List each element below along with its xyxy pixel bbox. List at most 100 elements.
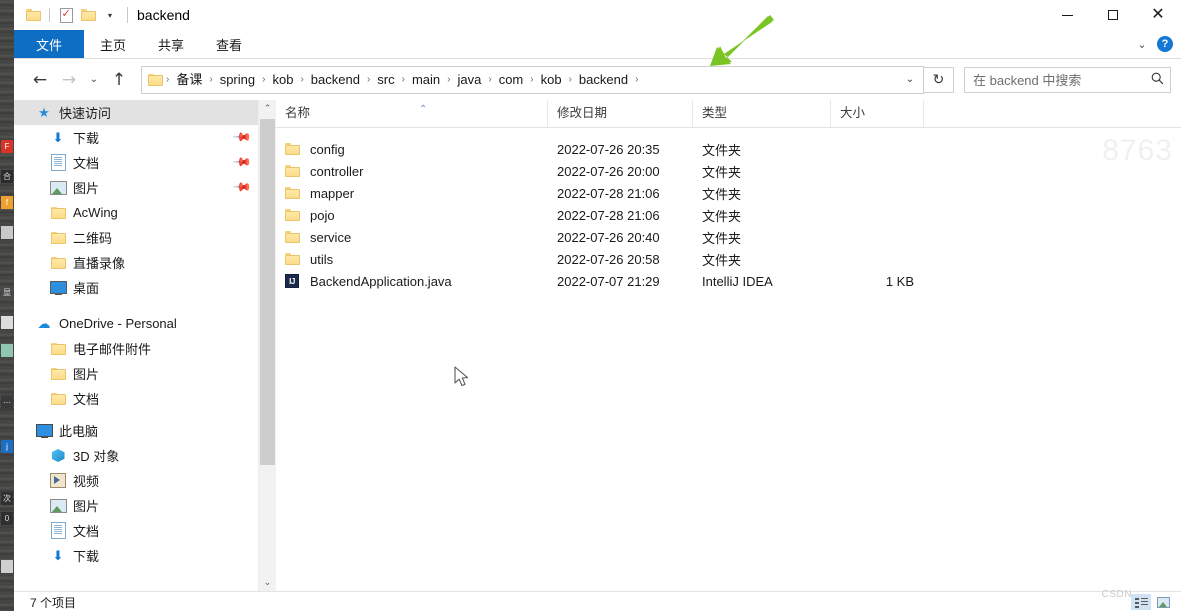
minimize-button[interactable] (1045, 0, 1090, 30)
sidebar-item-onedrive-pictures[interactable]: 图片 (14, 361, 258, 386)
row-date-cell: 2022-07-28 21:06 (557, 207, 660, 223)
sidebar-item-onedrive-documents[interactable]: 文档 (14, 386, 258, 411)
breadcrumb-item-5[interactable]: main (406, 68, 446, 92)
row-name-cell[interactable]: controller (276, 164, 548, 179)
breadcrumb-bar[interactable]: › 备课 › spring › kob › backend › src › ma… (141, 65, 924, 94)
back-button[interactable]: ← (26, 66, 54, 94)
scroll-down-button[interactable]: ⌄ (259, 574, 276, 591)
tab-share[interactable]: 共享 (142, 30, 200, 58)
ribbon-collapse-button[interactable]: ⌄ (1131, 38, 1153, 51)
breadcrumb-item-4[interactable]: src (371, 68, 400, 92)
file-name: controller (310, 163, 364, 179)
sidebar-item-pc-documents[interactable]: 文档 (14, 518, 258, 543)
address-history-dropdown[interactable]: ⌄ (897, 67, 923, 93)
sidebar-item-downloads[interactable]: ⬇ 下载 📌 (14, 125, 258, 150)
desktop-background-sliver: F 合 f 显 ⋯ j 次 0 (0, 0, 14, 611)
table-row[interactable]: pojo 2022-07-28 21:06 文件夹 (276, 204, 1181, 226)
scrollbar-thumb[interactable] (260, 119, 275, 465)
scroll-up-button[interactable]: ⌃ (259, 100, 276, 117)
row-name-cell[interactable]: mapper (276, 186, 548, 201)
column-header-name[interactable]: 名称 ⌃ (276, 100, 548, 127)
pin-icon[interactable]: 📌 (232, 152, 252, 172)
breadcrumb-item-6[interactable]: java (452, 68, 488, 92)
sidebar-item-qrcode[interactable]: 二维码 (14, 225, 258, 250)
row-date-cell: 2022-07-26 20:35 (557, 141, 660, 157)
download-icon: ⬇ (52, 129, 64, 145)
background-watermark-number: 8763 (1102, 134, 1173, 167)
breadcrumb-item-8[interactable]: kob (535, 68, 568, 92)
row-name-cell[interactable]: pojo (276, 208, 548, 223)
column-header-type[interactable]: 类型 (693, 100, 831, 127)
explorer-body: ★ 快速访问 ⬇ 下载 📌 文档 📌 图片 📌 AcWing 二维码 直播录像 … (14, 100, 1181, 591)
search-box[interactable]: 在 backend 中搜索 (964, 66, 1171, 93)
tab-view[interactable]: 查看 (200, 30, 258, 58)
pin-icon[interactable]: 📌 (232, 177, 252, 197)
navigation-pane-scrollbar[interactable]: ⌃ ⌄ (258, 100, 276, 591)
qat-folder-icon[interactable] (22, 4, 44, 26)
up-button[interactable]: ↑ (105, 66, 133, 94)
breadcrumb-root-folder-icon[interactable] (148, 73, 163, 86)
table-row[interactable]: BackendApplication.java 2022-07-07 21:29… (276, 270, 1181, 292)
tab-file[interactable]: 文件 (14, 30, 85, 58)
sidebar-label-pc-downloads: 下载 (73, 549, 100, 564)
row-name-cell[interactable]: BackendApplication.java (276, 274, 548, 289)
sidebar-item-desktop[interactable]: 桌面 (14, 275, 258, 300)
breadcrumb-item-0[interactable]: 备课 (170, 68, 208, 92)
sidebar-item-3d-objects[interactable]: 3D 对象 (14, 443, 258, 468)
sidebar-item-acwing[interactable]: AcWing (14, 200, 258, 225)
search-input[interactable]: 在 backend 中搜索 (965, 70, 1144, 89)
table-row[interactable]: service 2022-07-26 20:40 文件夹 (276, 226, 1181, 248)
help-button[interactable]: ? (1157, 36, 1173, 52)
maximize-button[interactable] (1090, 0, 1135, 30)
sidebar-item-pc-downloads[interactable]: ⬇ 下载 (14, 543, 258, 568)
sidebar-item-email-attachments[interactable]: 电子邮件附件 (14, 336, 258, 361)
sidebar-item-videos[interactable]: 视频 (14, 468, 258, 493)
sidebar-item-this-pc[interactable]: 此电脑 (14, 418, 258, 443)
qat-new-folder-button[interactable] (77, 4, 99, 26)
mouse-pointer (454, 366, 469, 387)
sidebar-item-onedrive[interactable]: ☁ OneDrive - Personal (14, 311, 258, 336)
sidebar-item-live-recordings[interactable]: 直播录像 (14, 250, 258, 275)
column-header-date-modified[interactable]: 修改日期 (548, 100, 693, 127)
row-date-cell: 2022-07-26 20:00 (557, 163, 660, 179)
qat-properties-button[interactable] (55, 4, 77, 26)
sidebar-item-pictures[interactable]: 图片 📌 (14, 175, 258, 200)
close-button[interactable]: ✕ (1135, 0, 1181, 30)
tab-home[interactable]: 主页 (84, 30, 142, 58)
taskbar-icon-app4: 显 (1, 286, 13, 299)
file-name: config (310, 141, 345, 157)
column-header-size[interactable]: 大小 (831, 100, 924, 127)
taskbar-icon-app9: 次 (1, 492, 13, 505)
sidebar-label-downloads: 下载 (73, 131, 100, 146)
breadcrumb-item-1[interactable]: spring (214, 68, 261, 92)
breadcrumb-item-7[interactable]: com (493, 68, 530, 92)
breadcrumb-item-3[interactable]: backend (305, 68, 366, 92)
pin-icon[interactable]: 📌 (232, 127, 252, 147)
folder-icon (285, 143, 304, 155)
sidebar-label-this-pc: 此电脑 (59, 424, 99, 439)
sidebar-item-pc-pictures[interactable]: 图片 (14, 493, 258, 518)
refresh-button[interactable]: ↻ (924, 66, 954, 93)
cloud-icon: ☁ (37, 315, 51, 331)
quick-access-toolbar: ▾ (14, 4, 121, 26)
breadcrumb-item-2[interactable]: kob (266, 68, 299, 92)
table-row[interactable]: utils 2022-07-26 20:58 文件夹 (276, 248, 1181, 270)
sidebar-item-documents[interactable]: 文档 📌 (14, 150, 258, 175)
breadcrumb-separator-10[interactable]: › (634, 74, 639, 85)
forward-button[interactable]: → (55, 66, 83, 94)
folder-icon (285, 231, 304, 243)
table-row[interactable]: controller 2022-07-26 20:00 文件夹 (276, 160, 1181, 182)
sidebar-label-3d-objects: 3D 对象 (73, 449, 120, 464)
sidebar-item-quick-access[interactable]: ★ 快速访问 (14, 100, 258, 125)
row-name-cell[interactable]: config (276, 142, 548, 157)
table-row[interactable]: config 2022-07-26 20:35 文件夹 (276, 138, 1181, 160)
qat-customize-button[interactable]: ▾ (99, 4, 121, 26)
details-view-button[interactable] (1131, 594, 1151, 610)
item-count-label: 7 个项目 (30, 595, 77, 610)
breadcrumb-item-9[interactable]: backend (573, 68, 634, 92)
large-icons-view-button[interactable] (1153, 594, 1173, 610)
table-row[interactable]: mapper 2022-07-28 21:06 文件夹 (276, 182, 1181, 204)
row-name-cell[interactable]: service (276, 230, 548, 245)
recent-locations-button[interactable]: ⌄ (84, 66, 104, 94)
row-name-cell[interactable]: utils (276, 252, 548, 267)
